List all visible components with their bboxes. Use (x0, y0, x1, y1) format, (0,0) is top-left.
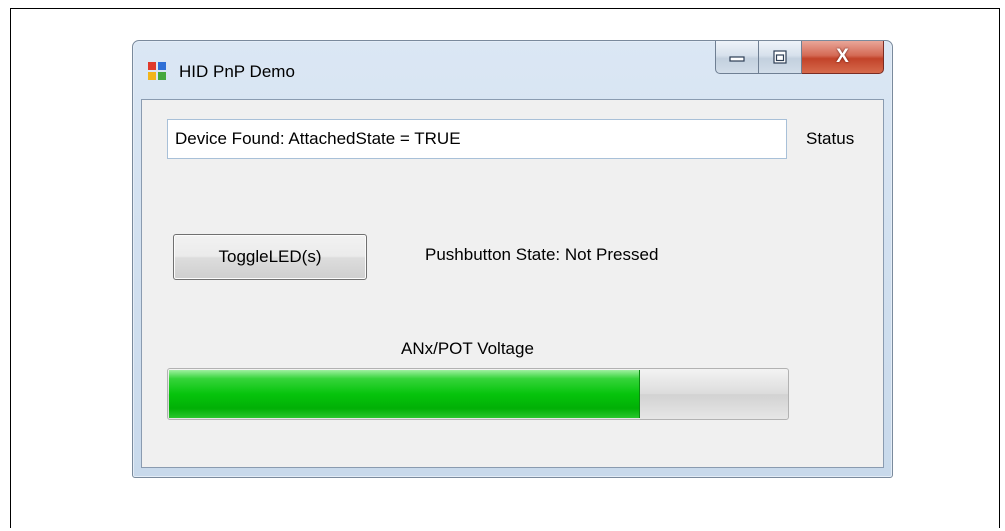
toggle-leds-button[interactable]: ToggleLED(s) (173, 234, 367, 280)
app-window: HID PnP Demo X Status ToggleLED(s) Pushb… (132, 40, 893, 478)
client-area: Status ToggleLED(s) Pushbutton State: No… (141, 99, 884, 468)
close-icon: X (836, 46, 849, 67)
window-title: HID PnP Demo (179, 62, 295, 81)
maximize-icon (773, 50, 787, 64)
minimize-button[interactable] (715, 41, 759, 74)
title-bar[interactable]: HID PnP Demo X (133, 41, 892, 99)
status-label: Status (806, 129, 855, 148)
caption-buttons: X (715, 41, 884, 75)
pushbutton-state-label: Pushbutton State: Not Pressed (425, 245, 659, 264)
pot-voltage-label: ANx/POT Voltage (401, 339, 534, 358)
status-textbox[interactable] (167, 119, 787, 159)
close-button[interactable]: X (802, 41, 884, 74)
maximize-button[interactable] (759, 41, 802, 74)
minimize-icon (729, 56, 745, 62)
app-icon (148, 62, 166, 80)
pot-voltage-progress-fill (169, 370, 640, 418)
pot-voltage-progressbar (167, 368, 789, 420)
